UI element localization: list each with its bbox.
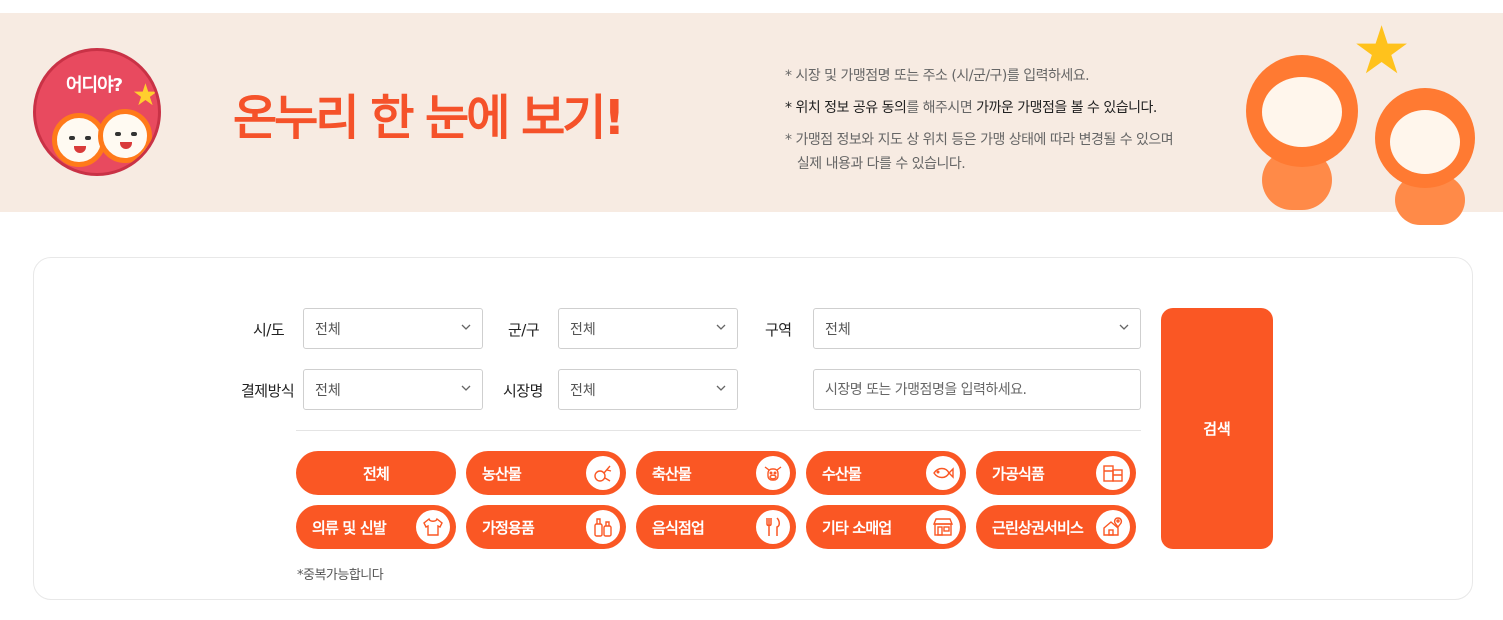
fish-icon — [926, 456, 960, 490]
multi-select-note: *중복가능합니다 — [297, 568, 384, 583]
category-neighborhood-button[interactable]: 근린상권서비스 — [976, 505, 1136, 549]
category-retail-button[interactable]: 기타 소매업 — [806, 505, 966, 549]
category-livestock-button[interactable]: 축산물 — [636, 451, 796, 495]
mascot-character — [1246, 55, 1358, 167]
chevron-down-icon — [716, 324, 726, 330]
category-seafood-button[interactable]: 수산물 — [806, 451, 966, 495]
packaged-food-icon — [1096, 456, 1130, 490]
mascot-face — [98, 109, 152, 163]
category-restaurant-button[interactable]: 음식점업 — [636, 505, 796, 549]
market-select[interactable]: 전체 — [558, 369, 738, 410]
gungu-label: 군/구 — [508, 321, 540, 339]
info-notes: * 시장 및 가맹점명 또는 주소 (시/군/구)를 입력하세요. * 위치 정… — [785, 60, 1174, 176]
category-processed-button[interactable]: 가공식품 — [976, 451, 1136, 495]
fork-knife-icon — [756, 510, 790, 544]
mascot-character — [1375, 88, 1475, 188]
chevron-down-icon — [461, 385, 471, 391]
divider — [296, 430, 1141, 431]
category-agri-button[interactable]: 농산물 — [466, 451, 626, 495]
cow-icon — [756, 456, 790, 490]
note-line: * 가맹점 정보와 지도 상 위치 등은 가맹 상태에 따라 변경될 수 있으며… — [785, 132, 1174, 172]
star-icon: ★ — [1352, 12, 1412, 89]
keyword-input[interactable] — [813, 369, 1141, 410]
chevron-down-icon — [1119, 324, 1129, 330]
zone-label: 구역 — [765, 321, 792, 339]
note-line: * 시장 및 가맹점명 또는 주소 (시/군/구)를 입력하세요. — [785, 68, 1090, 84]
payment-label: 결제방식 — [241, 382, 295, 400]
vegetable-icon — [586, 456, 620, 490]
location-house-icon — [1096, 510, 1130, 544]
logo-text: 어디야? — [66, 75, 123, 96]
category-household-button[interactable]: 가정용품 — [466, 505, 626, 549]
payment-select[interactable]: 전체 — [303, 369, 483, 410]
chevron-down-icon — [461, 324, 471, 330]
sido-label: 시/도 — [253, 321, 285, 339]
search-button[interactable]: 검색 — [1161, 308, 1273, 549]
chevron-down-icon — [716, 385, 726, 391]
bottles-icon — [586, 510, 620, 544]
store-icon — [926, 510, 960, 544]
category-clothing-button[interactable]: 의류 및 신발 — [296, 505, 456, 549]
logo-badge: 어디야? ★ — [33, 48, 161, 176]
shirt-icon — [416, 510, 450, 544]
category-all-button[interactable]: 전체 — [296, 451, 456, 495]
note-line: * 위치 정보 공유 동의를 해주시면 가까운 가맹점을 볼 수 있습니다. — [785, 100, 1157, 116]
zone-select[interactable]: 전체 — [813, 308, 1141, 349]
page-title: 온누리 한 눈에 보기! — [233, 90, 625, 146]
star-icon: ★ — [132, 78, 159, 113]
gungu-select[interactable]: 전체 — [558, 308, 738, 349]
sido-select[interactable]: 전체 — [303, 308, 483, 349]
market-label: 시장명 — [503, 382, 543, 400]
